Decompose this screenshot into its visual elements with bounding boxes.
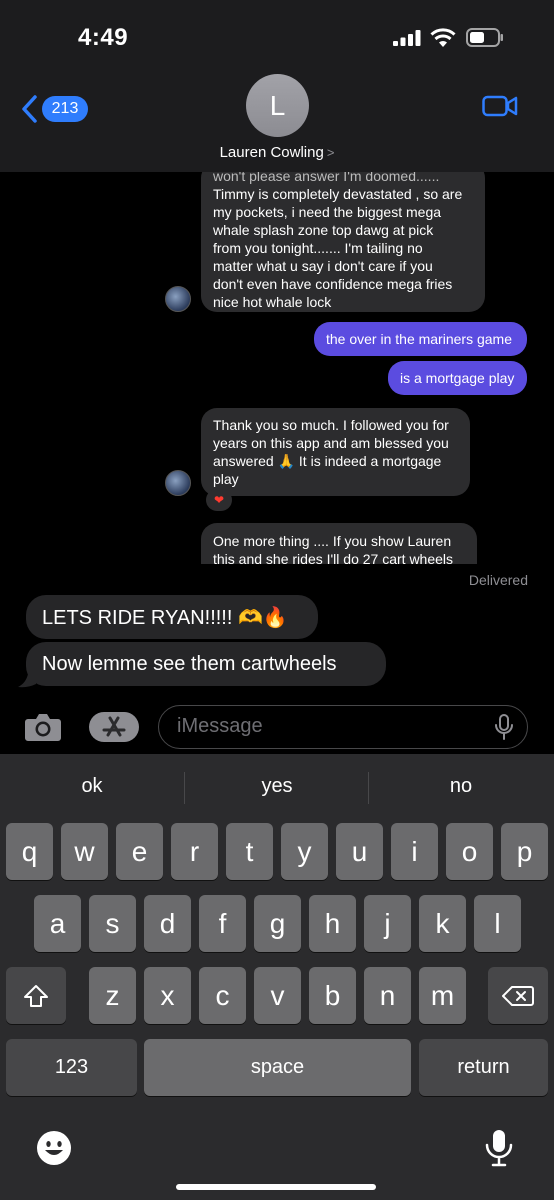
key-a[interactable]: a — [34, 895, 81, 952]
chevron-left-icon — [22, 95, 37, 123]
suggestion-no[interactable]: no — [369, 768, 553, 804]
key-b[interactable]: b — [309, 967, 356, 1024]
key-g[interactable]: g — [254, 895, 301, 952]
battery-icon — [466, 28, 503, 47]
backspace-icon — [502, 985, 534, 1006]
key-q[interactable]: q — [6, 823, 53, 880]
message-bubble[interactable]: LETS RIDE RYAN!!!!! 🫶🔥 — [26, 595, 318, 639]
sender-avatar — [165, 286, 191, 312]
suggestion-yes[interactable]: yes — [185, 768, 369, 804]
key-c[interactable]: c — [199, 967, 246, 1024]
status-bar: 4:49 — [0, 0, 554, 70]
key-n[interactable]: n — [364, 967, 411, 1024]
key-i[interactable]: i — [391, 823, 438, 880]
keyboard: ok yes no q w e r t y u i o p a s d f g … — [0, 754, 554, 1200]
message-input[interactable]: iMessage — [158, 705, 528, 749]
embedded-incoming-message-1: won't please answer I'm doomed...... Tim… — [201, 172, 485, 312]
key-e[interactable]: e — [116, 823, 163, 880]
key-k[interactable]: k — [419, 895, 466, 952]
key-p[interactable]: p — [501, 823, 548, 880]
key-x[interactable]: x — [144, 967, 191, 1024]
key-t[interactable]: t — [226, 823, 273, 880]
home-indicator[interactable] — [176, 1184, 376, 1190]
conversation-header: 213 L Lauren Cowling > — [0, 70, 554, 172]
app-store-button[interactable] — [89, 712, 139, 742]
status-time: 4:49 — [78, 24, 129, 51]
chevron-right-icon: > — [326, 145, 335, 160]
app-store-icon — [102, 716, 126, 737]
numbers-key[interactable]: 123 — [6, 1039, 137, 1096]
embedded-screenshot-message[interactable]: won't please answer I'm doomed...... Tim… — [0, 172, 554, 564]
key-d[interactable]: d — [144, 895, 191, 952]
heart-reaction-icon: ❤ — [206, 489, 232, 511]
camera-icon[interactable] — [24, 712, 62, 742]
delivered-status: Delivered — [468, 572, 528, 588]
cellular-signal-icon — [393, 30, 421, 46]
wifi-icon — [430, 28, 456, 47]
key-f[interactable]: f — [199, 895, 246, 952]
contact-avatar[interactable]: L — [246, 74, 309, 137]
suggestion-ok[interactable]: ok — [0, 768, 184, 804]
emoji-icon[interactable] — [36, 1130, 72, 1166]
embedded-incoming-message-3: One more thing .... If you show Lauren t… — [201, 523, 477, 564]
delete-key[interactable] — [488, 967, 548, 1024]
key-r[interactable]: r — [171, 823, 218, 880]
message-bubble[interactable]: Now lemme see them cartwheels — [26, 642, 386, 686]
embedded-outgoing-message-2: is a mortgage play — [388, 361, 527, 395]
back-button[interactable]: 213 — [20, 94, 88, 124]
bubble-tail — [18, 674, 36, 688]
key-l[interactable]: l — [474, 895, 521, 952]
key-h[interactable]: h — [309, 895, 356, 952]
unread-count-badge: 213 — [42, 96, 88, 122]
embedded-incoming-message-2: Thank you so much. I followed you for ye… — [201, 408, 470, 496]
dictation-microphone-icon[interactable] — [484, 1128, 514, 1168]
microphone-icon[interactable] — [494, 714, 514, 740]
key-o[interactable]: o — [446, 823, 493, 880]
contact-name: Lauren Cowling — [219, 144, 324, 161]
embedded-outgoing-message-1: the over in the mariners game — [314, 322, 527, 356]
key-u[interactable]: u — [336, 823, 383, 880]
return-key[interactable]: return — [419, 1039, 548, 1096]
video-call-icon[interactable] — [482, 94, 518, 118]
key-j[interactable]: j — [364, 895, 411, 952]
key-s[interactable]: s — [89, 895, 136, 952]
key-y[interactable]: y — [281, 823, 328, 880]
key-w[interactable]: w — [61, 823, 108, 880]
space-key[interactable]: space — [144, 1039, 411, 1096]
sender-avatar — [165, 470, 191, 496]
key-v[interactable]: v — [254, 967, 301, 1024]
contact-name-button[interactable]: Lauren Cowling > — [0, 144, 554, 161]
shift-key[interactable] — [6, 967, 66, 1024]
shift-icon — [24, 984, 48, 1007]
key-m[interactable]: m — [419, 967, 466, 1024]
key-z[interactable]: z — [89, 967, 136, 1024]
